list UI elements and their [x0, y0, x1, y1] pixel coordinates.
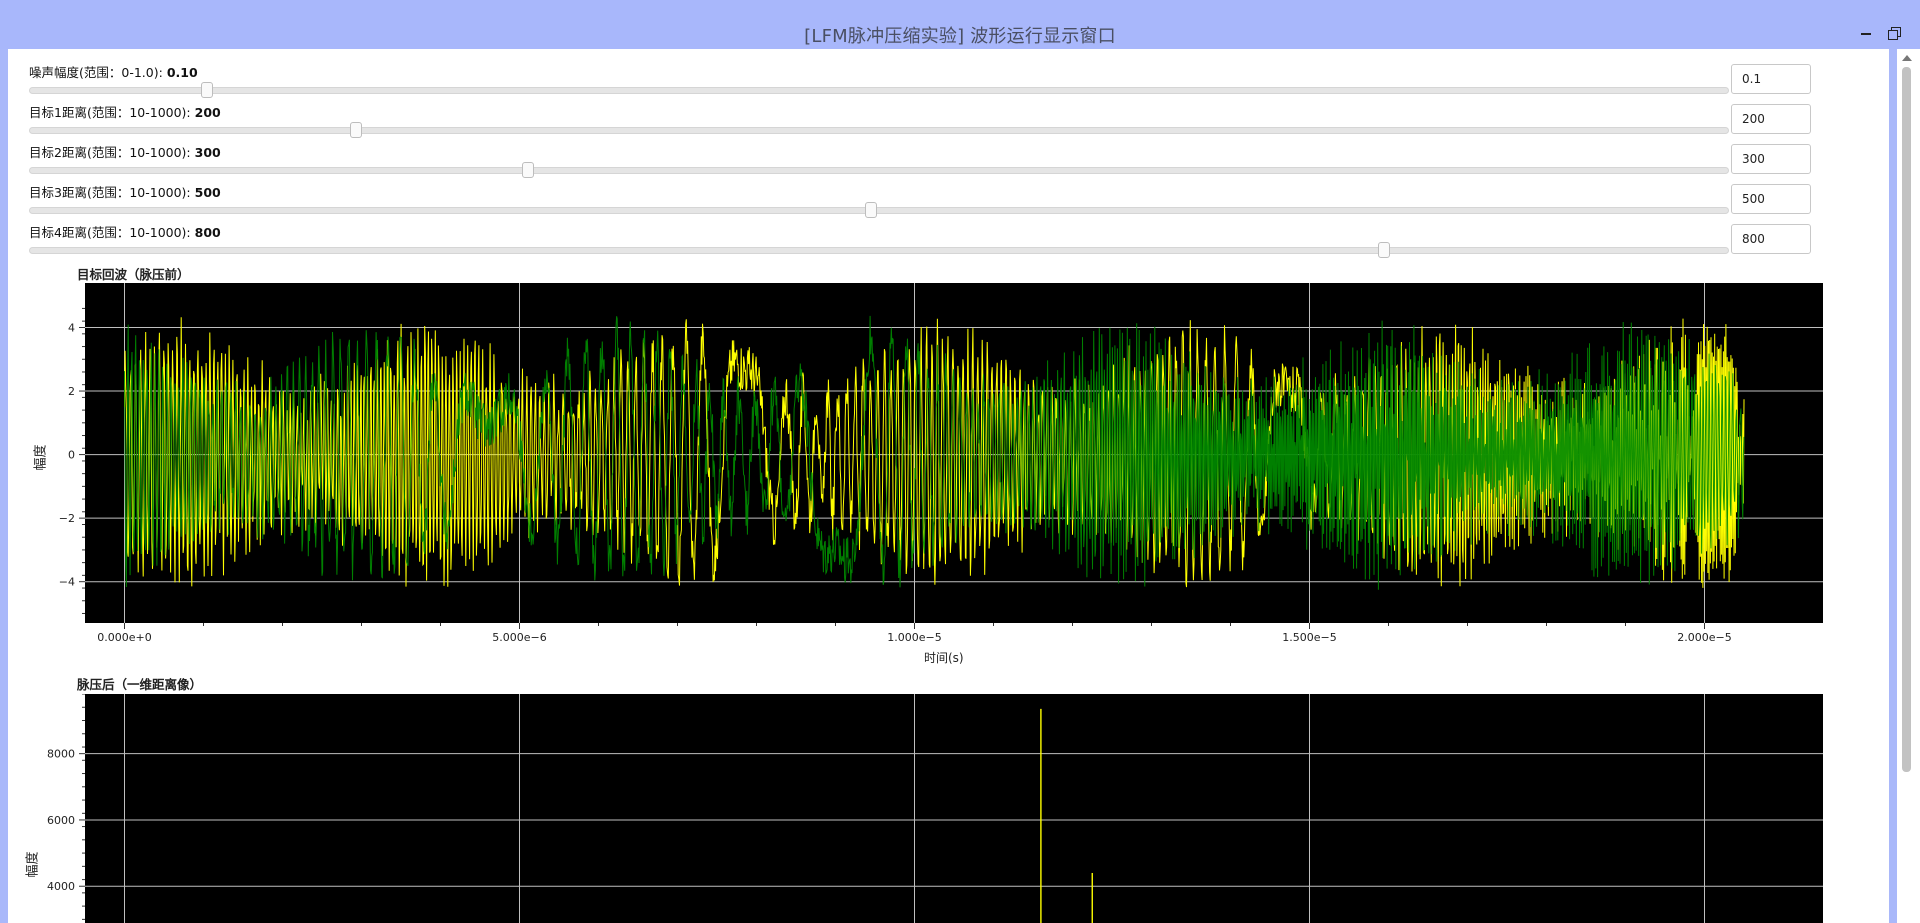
target1-input[interactable]: [1731, 104, 1811, 134]
target4-slider-track[interactable]: [29, 247, 1729, 254]
target3-control: 目标3距离(范围：10-1000): 500: [21, 182, 1731, 220]
target4-input[interactable]: [1731, 224, 1811, 254]
echo-chart: −4 −2 0 2 4 0.000e+0 5.000e−6 1.000e−5 1.500e−5 2…: [59, 283, 1823, 644]
echo-ytick-label: 2: [68, 385, 75, 398]
noise-slider-track[interactable]: [29, 87, 1729, 94]
target3-slider-thumb[interactable]: [865, 202, 877, 218]
target1-label: 目标1距离(范围：10-1000): 200: [29, 105, 221, 120]
noise-label: 噪声幅度(范围：0-1.0): 0.10: [29, 65, 198, 80]
target1-control: 目标1距离(范围：10-1000): 200: [21, 102, 1731, 140]
target2-label: 目标2距离(范围：10-1000): 300: [29, 145, 221, 160]
target4-control: 目标4距离(范围：10-1000): 800: [21, 222, 1731, 260]
restore-icon[interactable]: [1886, 24, 1904, 42]
noise-input[interactable]: [1731, 64, 1811, 94]
compressed-ytick-label: 4000: [47, 880, 75, 893]
compressed-ytick-label: 8000: [47, 748, 75, 761]
noise-slider-thumb[interactable]: [201, 82, 213, 98]
echo-xtick-label: 0.000e+0: [97, 631, 151, 644]
minimize-icon[interactable]: [1857, 24, 1875, 42]
target2-slider-track[interactable]: [29, 167, 1729, 174]
echo-xtick-label: 1.000e−5: [887, 631, 941, 644]
echo-xtick-label: 1.500e−5: [1282, 631, 1336, 644]
compressed-ytick-label: 6000: [47, 814, 75, 827]
target3-label: 目标3距离(范围：10-1000): 500: [29, 185, 221, 200]
window-titlebar: [LFM脉冲压缩实验] 波形运行显示窗口: [0, 0, 1920, 49]
echo-ytick-label: −4: [59, 576, 75, 589]
target2-slider-thumb[interactable]: [522, 162, 534, 178]
echo-ytick-label: −2: [59, 512, 75, 525]
target3-slider-track[interactable]: [29, 207, 1729, 214]
echo-xlabel: 时间(s): [924, 651, 964, 665]
target3-input[interactable]: [1731, 184, 1811, 214]
vertical-scrollbar[interactable]: [1897, 49, 1920, 923]
scroll-up-icon[interactable]: [1902, 55, 1912, 61]
compressed-plot-area: [85, 694, 1823, 923]
echo-xtick-label: 5.000e−6: [492, 631, 546, 644]
scroll-thumb[interactable]: [1902, 67, 1911, 772]
compressed-chart: 4000 6000 8000: [47, 694, 1823, 923]
target1-slider-track[interactable]: [29, 127, 1729, 134]
target2-input[interactable]: [1731, 144, 1811, 174]
window-title: [LFM脉冲压缩实验] 波形运行显示窗口: [804, 26, 1116, 47]
target1-slider-thumb[interactable]: [350, 122, 362, 138]
main-content: 噪声幅度(范围：0-1.0):0.10 目标1距离(范围：10-1000):20…: [8, 49, 1889, 923]
echo-ytick-label: 0: [68, 449, 75, 462]
echo-ytick-label: 4: [68, 321, 75, 334]
noise-control: 噪声幅度(范围：0-1.0): 0.10: [21, 62, 1731, 100]
target2-control: 目标2距离(范围：10-1000): 300: [21, 142, 1731, 180]
target4-label: 目标4距离(范围：10-1000): 800: [29, 225, 221, 240]
echo-xtick-label: 2.000e−5: [1677, 631, 1731, 644]
echo-chart-title: 目标回波（脉压前）: [77, 267, 190, 282]
compressed-chart-title: 脉压后（一维距离像）: [77, 677, 203, 692]
target4-slider-thumb[interactable]: [1378, 242, 1390, 258]
